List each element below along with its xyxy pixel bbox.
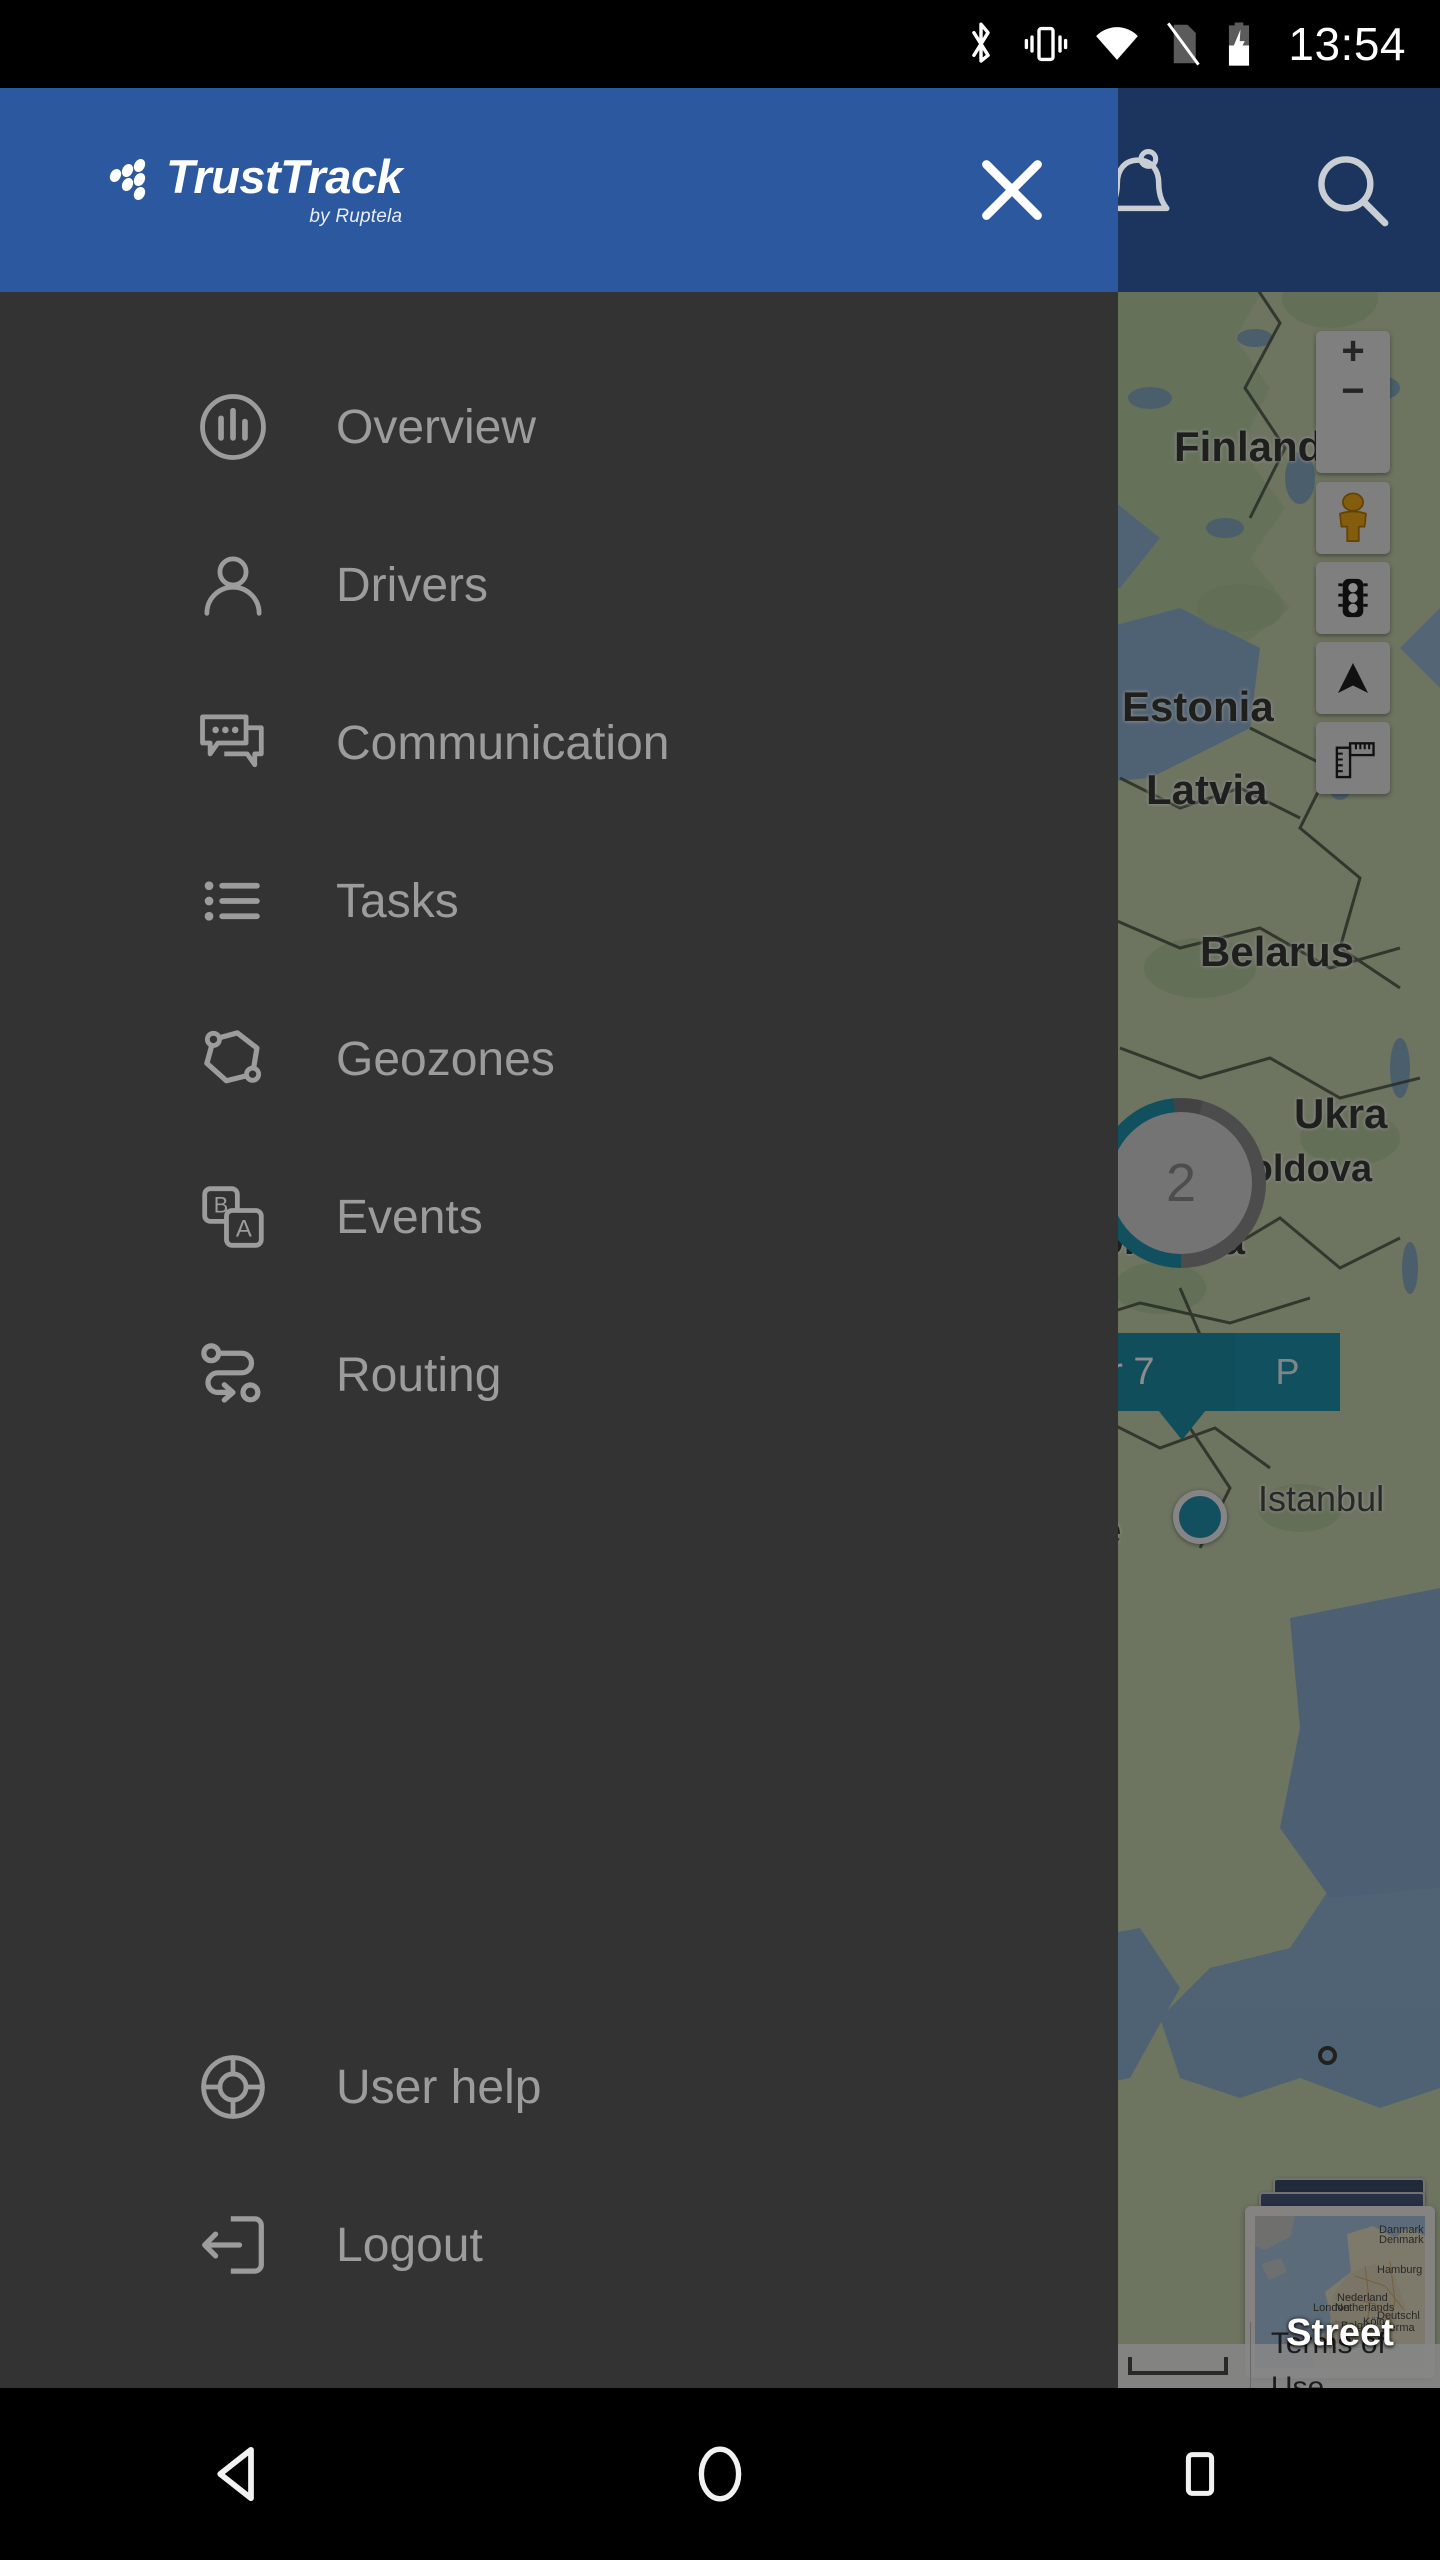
brand-text: TrustTrack by Ruptela bbox=[166, 149, 403, 228]
vibrate-icon bbox=[1022, 23, 1070, 65]
navigation-drawer: TrustTrack by Ruptela Overview Drivers C… bbox=[0, 88, 1118, 2388]
ab-squares-icon: B A bbox=[196, 1180, 270, 1254]
drawer-header: TrustTrack by Ruptela bbox=[0, 88, 1118, 292]
close-icon[interactable] bbox=[966, 144, 1058, 236]
ruler-measure-icon bbox=[1335, 742, 1375, 779]
zoom-in-button[interactable]: + bbox=[1316, 331, 1390, 371]
navigation-arrow-icon bbox=[1338, 663, 1368, 693]
map-label-city: Istanbul bbox=[1258, 1478, 1385, 1519]
menu-label: Drivers bbox=[336, 558, 488, 612]
map-label: Ukra bbox=[1294, 1090, 1388, 1137]
menu-label: Geozones bbox=[336, 1032, 555, 1086]
trusttrack-dots-icon bbox=[108, 158, 156, 205]
phone-screen: 13:54 Finland Estonia Latvia Belarus Ukr… bbox=[0, 0, 1440, 2560]
traffic-light-icon bbox=[1338, 578, 1368, 618]
bullet-list-icon bbox=[196, 864, 270, 938]
brand-subtitle: by Ruptela bbox=[309, 205, 403, 227]
home-circle-icon bbox=[689, 2443, 751, 2505]
status-time: 13:54 bbox=[1288, 18, 1406, 70]
menu-item-geozones[interactable]: Geozones bbox=[0, 980, 1118, 1138]
map-type-selector[interactable]: Danmark Denmark Hamburg Nederland Nether… bbox=[1245, 2178, 1435, 2378]
back-button[interactable] bbox=[150, 2388, 330, 2560]
app-bar-behind-scrim bbox=[1106, 88, 1440, 292]
map-label: Finland bbox=[1174, 423, 1324, 470]
svg-text:A: A bbox=[236, 1216, 252, 1243]
menu-item-routing[interactable]: Routing bbox=[0, 1296, 1118, 1454]
city-dot-icon bbox=[1318, 2046, 1337, 2065]
zoom-out-button[interactable]: − bbox=[1316, 371, 1390, 411]
chart-circle-icon bbox=[196, 390, 270, 464]
brand-name: TrustTrack bbox=[166, 149, 403, 203]
map-type-thumbnail[interactable]: Danmark Denmark Hamburg Nederland Nether… bbox=[1245, 2206, 1435, 2378]
menu-item-communication[interactable]: Communication bbox=[0, 664, 1118, 822]
menu-item-overview[interactable]: Overview bbox=[0, 348, 1118, 506]
brand-logo: TrustTrack by Ruptela bbox=[108, 149, 403, 228]
battery-charging-icon bbox=[1224, 21, 1254, 67]
map-label: Latvia bbox=[1146, 766, 1268, 813]
status-bar: 13:54 bbox=[0, 0, 1440, 88]
info-bubble-tail bbox=[1158, 1410, 1206, 1440]
measure-button[interactable] bbox=[1316, 722, 1390, 794]
drawer-menu: Overview Drivers Communication Tasks Geo… bbox=[0, 292, 1118, 2008]
drawer-bottom-menu: User help Logout bbox=[0, 2008, 1118, 2388]
menu-label: Overview bbox=[336, 400, 537, 454]
bluetooth-icon bbox=[964, 21, 998, 67]
menu-label: Events bbox=[336, 1190, 483, 1244]
street-view-pegman-icon bbox=[1339, 492, 1367, 542]
info-bubble-badge[interactable]: P bbox=[1235, 1333, 1340, 1411]
sim-off-icon bbox=[1164, 22, 1201, 66]
search-icon[interactable] bbox=[1308, 146, 1396, 234]
menu-label: Tasks bbox=[336, 874, 459, 928]
navigation-button[interactable] bbox=[1316, 642, 1390, 714]
map-label: Belarus bbox=[1200, 928, 1355, 975]
home-button[interactable] bbox=[630, 2388, 810, 2560]
map-label: Estonia bbox=[1122, 683, 1274, 730]
menu-item-user-help[interactable]: User help bbox=[0, 2008, 1118, 2166]
map-cluster-marker[interactable]: 2 bbox=[1096, 1098, 1266, 1268]
map-type-label: Street bbox=[1286, 2312, 1394, 2354]
wifi-icon bbox=[1094, 25, 1140, 63]
person-icon bbox=[196, 548, 270, 622]
map-zoom-controls[interactable]: + − bbox=[1316, 331, 1390, 473]
menu-item-logout[interactable]: Logout bbox=[0, 2166, 1118, 2324]
back-triangle-icon bbox=[207, 2441, 273, 2507]
menu-item-tasks[interactable]: Tasks bbox=[0, 822, 1118, 980]
vehicle-marker-icon[interactable] bbox=[1173, 1490, 1227, 1544]
menu-label: User help bbox=[336, 2060, 542, 2114]
android-navigation-bar bbox=[0, 2388, 1440, 2560]
hexagon-nodes-icon bbox=[196, 1022, 270, 1096]
menu-item-events[interactable]: B A Events bbox=[0, 1138, 1118, 1296]
cluster-count-label: 2 bbox=[1165, 1153, 1197, 1213]
traffic-button[interactable] bbox=[1316, 562, 1390, 634]
route-path-icon bbox=[196, 1338, 270, 1412]
menu-item-drivers[interactable]: Drivers bbox=[0, 506, 1118, 664]
menu-label: Communication bbox=[336, 716, 670, 770]
street-view-pegman-button[interactable] bbox=[1316, 482, 1390, 554]
recents-square-icon bbox=[1171, 2445, 1229, 2503]
recents-button[interactable] bbox=[1110, 2388, 1290, 2560]
lifebuoy-icon bbox=[196, 2050, 270, 2124]
exit-door-icon bbox=[196, 2208, 270, 2282]
menu-label: Routing bbox=[336, 1348, 502, 1402]
chat-bubbles-icon bbox=[196, 706, 270, 780]
map-scale-bar bbox=[1128, 2357, 1228, 2375]
menu-label: Logout bbox=[336, 2218, 483, 2272]
